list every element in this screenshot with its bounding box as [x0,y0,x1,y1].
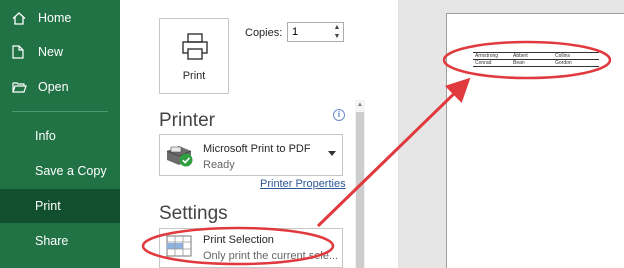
nav-info[interactable]: Info [0,119,120,153]
pdf-printer-icon [166,146,193,167]
preview-rule [473,66,599,67]
printer-name: Microsoft Print to PDF [203,143,311,155]
info-icon[interactable]: i [333,109,345,121]
nav-info-label: Info [35,129,56,143]
copies-stepper[interactable]: ▲ ▼ [287,22,344,42]
printer-section-title: Printer [159,110,215,131]
copies-up-icon[interactable]: ▲ [333,24,341,32]
nav-save-copy-label: Save a Copy [35,164,107,178]
preview-rule [473,59,599,60]
copies-label: Copies: [245,27,283,39]
nav-new-label: New [38,45,64,59]
settings-section-title: Settings [159,203,228,224]
nav-home[interactable]: Home [0,1,120,35]
preview-page: Armstrong Abbert Collins Conrad Bean Gor… [446,13,624,268]
home-icon [0,11,38,25]
print-selection-icon [166,235,192,257]
nav-new[interactable]: New [0,35,120,69]
scroll-up-icon[interactable]: ▲ [355,100,365,110]
printer-status: Ready [203,159,235,171]
printer-dropdown[interactable]: Microsoft Print to PDF Ready [159,134,343,176]
printer-icon [182,33,208,60]
new-document-icon [0,45,38,59]
copies-input[interactable] [292,25,328,39]
backstage-nav: Home New Open Info Save a Copy Print Sha… [0,0,120,268]
open-folder-icon [0,81,38,93]
print-button-label: Print [182,70,206,82]
chevron-down-icon [328,151,336,156]
print-what-label: Print Selection [203,234,274,246]
nav-open[interactable]: Open [0,70,120,104]
nav-open-label: Open [38,80,69,94]
copies-down-icon[interactable]: ▼ [333,33,341,41]
print-what-desc: Only print the current sele... [203,250,339,262]
nav-share-label: Share [35,234,69,248]
nav-print-label: Print [35,199,61,213]
nav-save-copy[interactable]: Save a Copy [0,154,120,188]
scrollbar-thumb[interactable] [356,112,364,268]
nav-home-label: Home [38,11,72,25]
nav-print[interactable]: Print [0,189,120,223]
nav-separator [12,111,108,112]
printer-properties-link[interactable]: Printer Properties [260,178,346,190]
print-button[interactable]: Print [159,18,229,94]
print-what-dropdown[interactable]: Print Selection Only print the current s… [159,228,343,268]
nav-share[interactable]: Share [0,224,120,258]
